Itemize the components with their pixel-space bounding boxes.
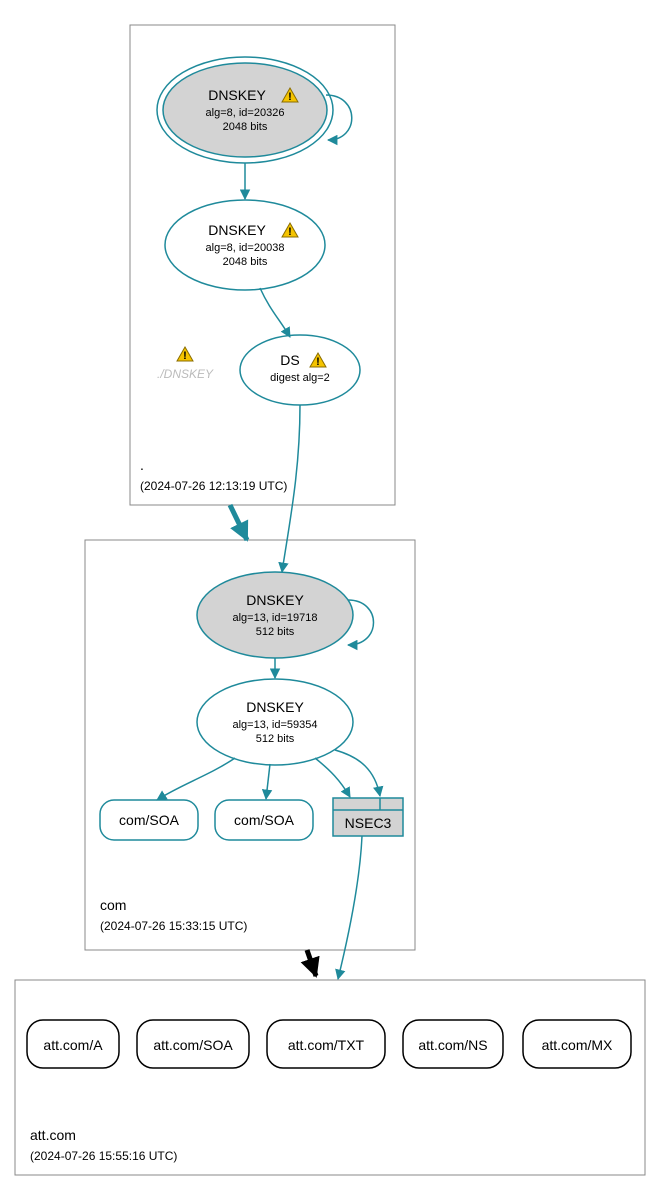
root-zsk-line3: 2048 bits <box>223 256 268 268</box>
root-zsk-line2: alg=8, id=20038 <box>206 242 285 254</box>
node-att-txt[interactable]: att.com/TXT <box>267 1020 385 1068</box>
att-mx-label: att.com/MX <box>542 1037 613 1053</box>
node-att-soa[interactable]: att.com/SOA <box>137 1020 249 1068</box>
svg-text:./DNSKEY: ./DNSKEY <box>157 367 214 381</box>
edge-zone-com-att <box>307 950 316 976</box>
node-att-mx[interactable]: att.com/MX <box>523 1020 631 1068</box>
node-root-ghost: ! ./DNSKEY <box>157 347 214 381</box>
root-zsk-title: DNSKEY <box>208 222 266 238</box>
zone-com-ts: (2024-07-26 15:33:15 UTC) <box>100 919 247 933</box>
node-root-ksk[interactable]: DNSKEY alg=8, id=20326 2048 bits ! <box>157 57 333 163</box>
svg-text:!: ! <box>288 226 292 238</box>
com-soa2-label: com/SOA <box>234 812 295 828</box>
edge-comzsk-soa2 <box>266 764 270 799</box>
com-ksk-title: DNSKEY <box>246 592 304 608</box>
node-root-ds[interactable]: DS digest alg=2 ! <box>240 335 360 405</box>
zone-att-label: att.com <box>30 1127 76 1143</box>
root-ksk-title: DNSKEY <box>208 87 266 103</box>
root-ksk-line2: alg=8, id=20326 <box>206 107 285 119</box>
edge-zsk-ds <box>260 288 290 337</box>
edge-comzsk-soa1 <box>157 758 235 800</box>
com-ksk-line2: alg=13, id=19718 <box>232 612 317 624</box>
zone-root-ts: (2024-07-26 12:13:19 UTC) <box>140 479 287 493</box>
svg-text:!: ! <box>316 356 320 368</box>
edge-zone-root-com <box>230 505 247 540</box>
zone-att-ts: (2024-07-26 15:55:16 UTC) <box>30 1149 177 1163</box>
root-ds-line2: digest alg=2 <box>270 372 330 384</box>
edge-comzsk-nsec3b <box>335 750 380 796</box>
edge-comzsk-nsec3a <box>315 758 350 797</box>
node-att-ns[interactable]: att.com/NS <box>403 1020 503 1068</box>
att-ns-label: att.com/NS <box>418 1037 487 1053</box>
com-nsec3-label: NSEC3 <box>345 815 392 831</box>
zone-att: att.com (2024-07-26 15:55:16 UTC) <box>15 980 645 1175</box>
node-com-nsec3[interactable]: NSEC3 <box>333 798 403 836</box>
edge-root-ksk-self <box>326 95 352 140</box>
com-soa1-label: com/SOA <box>119 812 180 828</box>
att-txt-label: att.com/TXT <box>288 1037 365 1053</box>
warning-icon: ! <box>177 347 193 362</box>
com-zsk-title: DNSKEY <box>246 699 304 715</box>
node-com-ksk[interactable]: DNSKEY alg=13, id=19718 512 bits <box>197 572 353 658</box>
edge-nsec3-attzone <box>338 836 362 979</box>
svg-text:!: ! <box>288 91 292 103</box>
root-ds-title: DS <box>280 352 299 368</box>
node-root-zsk[interactable]: DNSKEY alg=8, id=20038 2048 bits ! <box>165 200 325 290</box>
att-a-label: att.com/A <box>43 1037 103 1053</box>
com-zsk-line3: 512 bits <box>256 733 295 745</box>
node-com-soa2[interactable]: com/SOA <box>215 800 313 840</box>
com-ksk-line3: 512 bits <box>256 626 295 638</box>
node-att-a[interactable]: att.com/A <box>27 1020 119 1068</box>
att-soa-label: att.com/SOA <box>153 1037 233 1053</box>
node-com-zsk[interactable]: DNSKEY alg=13, id=59354 512 bits <box>197 679 353 765</box>
zone-root-label: . <box>140 457 144 473</box>
com-zsk-line2: alg=13, id=59354 <box>232 719 317 731</box>
svg-text:!: ! <box>183 350 187 362</box>
node-com-soa1[interactable]: com/SOA <box>100 800 198 840</box>
root-ksk-line3: 2048 bits <box>223 121 268 133</box>
zone-com-label: com <box>100 897 126 913</box>
